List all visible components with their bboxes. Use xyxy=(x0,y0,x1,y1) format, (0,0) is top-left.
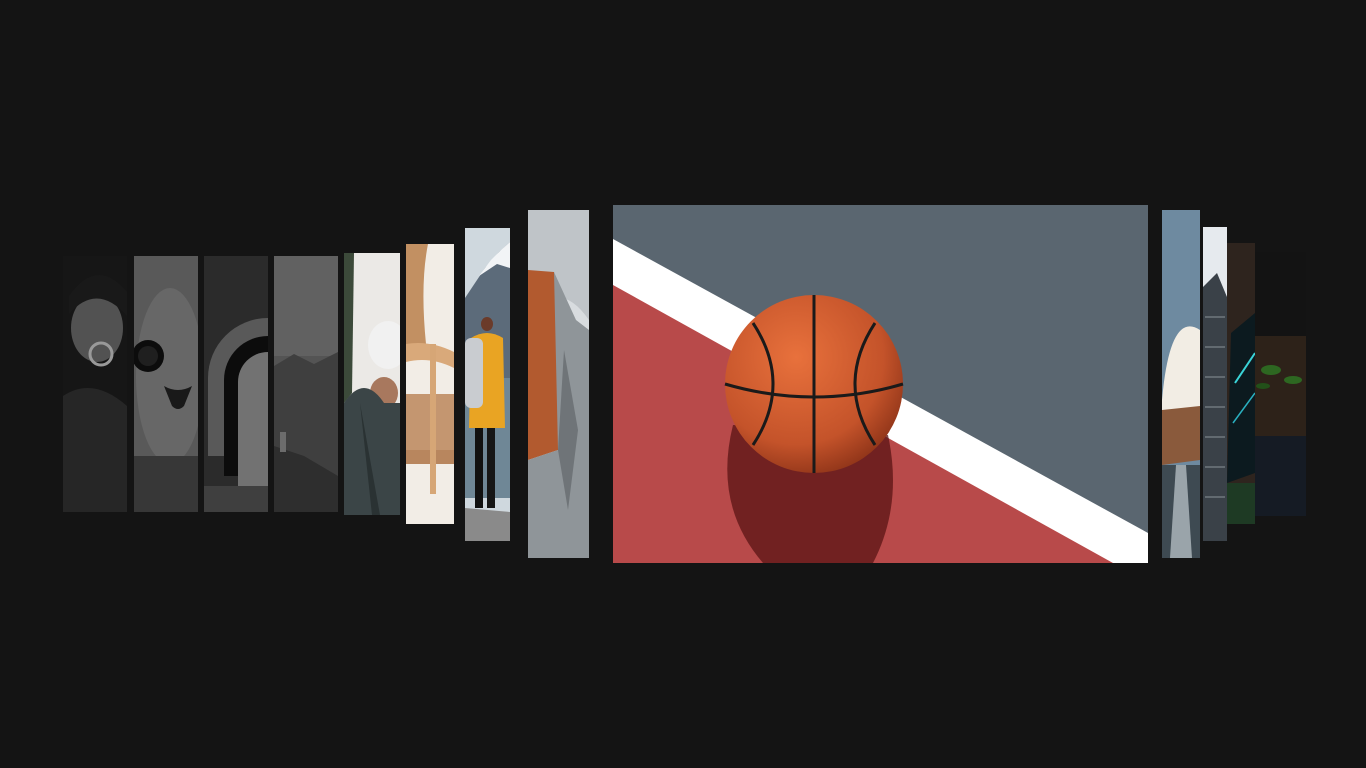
gallery-card-man-in-white-cap[interactable] xyxy=(344,253,400,515)
gallery-card-rock-cliff[interactable] xyxy=(528,210,589,558)
gallery-card-modern-architecture[interactable] xyxy=(1162,210,1200,558)
gallery-card-basketball-court[interactable] xyxy=(613,205,1148,563)
gallery-card-tablet-device[interactable] xyxy=(1227,243,1255,524)
gallery-card-woman-with-round-glasses[interactable] xyxy=(63,256,127,512)
gallery-card-wooden-desk-plant[interactable] xyxy=(1255,252,1306,516)
gallery-card-building-tower[interactable] xyxy=(1203,227,1227,541)
gallery-card-wooden-chair[interactable] xyxy=(406,244,454,524)
gallery-card-cat-with-sunglasses[interactable] xyxy=(134,256,198,512)
gallery-card-hiker-in-yellow-jacket[interactable] xyxy=(465,228,510,541)
gallery-card-mountain-landscape[interactable] xyxy=(274,256,338,512)
gallery-card-metallic-curves[interactable] xyxy=(204,256,268,512)
coverflow-gallery xyxy=(0,0,1366,768)
